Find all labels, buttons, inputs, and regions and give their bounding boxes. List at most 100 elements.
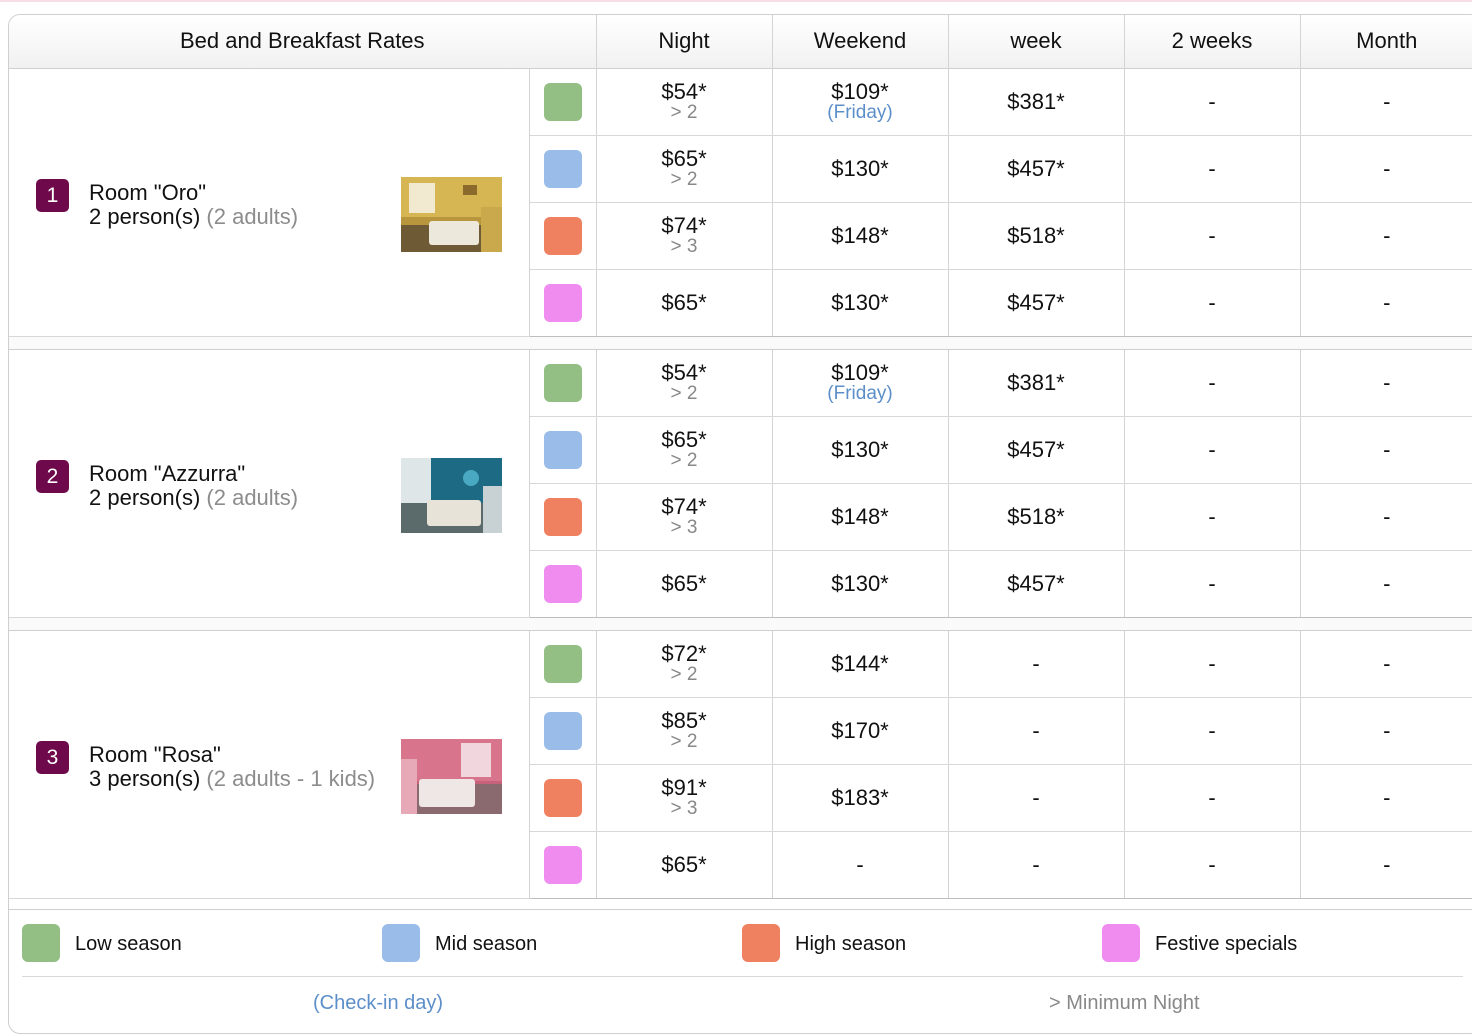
room-number-badge: 2 — [36, 460, 69, 493]
room-3: 3 Room "Rosa" 3 person(s) (2 adults - 1 … — [9, 630, 1472, 899]
month-rate: - — [1299, 630, 1472, 698]
season-cell — [529, 269, 597, 337]
night-rate: $65* — [595, 831, 772, 899]
high-season-swatch — [543, 497, 582, 536]
room-occupants: (2 adults) — [206, 204, 299, 229]
col-week: week — [947, 15, 1124, 69]
month-rate: - — [1299, 349, 1472, 417]
season-cell — [529, 349, 597, 417]
festive-swatch — [1102, 924, 1140, 962]
month-rate: - — [1299, 831, 1472, 899]
month-rate: - — [1299, 68, 1472, 136]
night-rate: $54* > 2 — [595, 68, 772, 136]
season-cell — [529, 764, 597, 832]
month-rate: - — [1299, 135, 1472, 203]
mid-season-swatch — [543, 430, 582, 469]
room-capacity: 2 person(s) — [89, 204, 201, 229]
legend-label: Mid season — [435, 933, 538, 955]
night-rate: $74* > 3 — [595, 202, 772, 270]
week-rate: $518* — [947, 483, 1124, 551]
checkin-day-note: (Check-in day) — [313, 992, 444, 1014]
table-title: Bed and Breakfast Rates — [9, 15, 596, 69]
two-weeks-rate: - — [1123, 416, 1300, 484]
room-photo[interactable] — [401, 458, 502, 533]
room-occupants: (2 adults) — [206, 485, 299, 510]
room-name[interactable]: Room "Azzurra" — [89, 461, 245, 486]
season-cell — [529, 202, 597, 270]
room-occupants: (2 adults - 1 kids) — [206, 766, 376, 791]
night-rate: $91* > 3 — [595, 764, 772, 832]
weekend-rate: $148* — [771, 202, 948, 270]
weekend-rate: $130* — [771, 135, 948, 203]
rates-panel: Bed and Breakfast Rates Night Weekend we… — [8, 14, 1472, 1034]
min-nights: > 2 — [670, 169, 698, 190]
legend-label: Low season — [75, 933, 182, 955]
night-rate: $65* > 2 — [595, 135, 772, 203]
col-month: Month — [1299, 15, 1472, 69]
room-name[interactable]: Room "Rosa" — [89, 742, 221, 767]
room-info: 3 Room "Rosa" 3 person(s) (2 adults - 1 … — [9, 630, 530, 899]
room-info: 1 Room "Oro" 2 person(s) (2 adults) — [9, 68, 530, 337]
minimum-night-note: > Minimum Night — [1049, 992, 1200, 1014]
month-rate: - — [1299, 269, 1472, 337]
min-nights: > 3 — [670, 517, 698, 538]
room-description: Room "Oro" 2 person(s) (2 adults) — [89, 181, 379, 229]
season-cell — [529, 68, 597, 136]
weekend-rate: $148* — [771, 483, 948, 551]
week-rate: $518* — [947, 202, 1124, 270]
room-number-badge: 1 — [36, 179, 69, 212]
two-weeks-rate: - — [1123, 483, 1300, 551]
two-weeks-rate: - — [1123, 831, 1300, 899]
season-cell — [529, 416, 597, 484]
low-season-swatch — [22, 924, 60, 962]
week-rate: $381* — [947, 349, 1124, 417]
weekend-rate: $130* — [771, 416, 948, 484]
two-weeks-rate: - — [1123, 202, 1300, 270]
season-cell — [529, 135, 597, 203]
week-rate: $457* — [947, 416, 1124, 484]
month-rate: - — [1299, 764, 1472, 832]
legend-label: High season — [795, 933, 907, 955]
two-weeks-rate: - — [1123, 697, 1300, 765]
room-photo[interactable] — [401, 739, 502, 814]
high-season-swatch — [543, 216, 582, 255]
min-nights: > 2 — [670, 102, 698, 123]
room-separator — [9, 336, 1472, 350]
night-rate: $65* — [595, 550, 772, 618]
col-2-weeks: 2 weeks — [1123, 15, 1300, 69]
room-capacity: 3 person(s) — [89, 766, 201, 791]
night-rate: $85* > 2 — [595, 697, 772, 765]
two-weeks-rate: - — [1123, 630, 1300, 698]
week-rate: - — [947, 831, 1124, 899]
room-name[interactable]: Room "Oro" — [89, 180, 206, 205]
night-rate: $65* > 2 — [595, 416, 772, 484]
room-info: 2 Room "Azzurra" 2 person(s) (2 adults) — [9, 349, 530, 618]
room-photo[interactable] — [401, 177, 502, 252]
top-border-line — [0, 0, 1472, 2]
week-rate: - — [947, 764, 1124, 832]
two-weeks-rate: - — [1123, 349, 1300, 417]
festive-swatch — [543, 564, 582, 603]
low-season-swatch — [543, 363, 582, 402]
col-weekend: Weekend — [771, 15, 948, 69]
season-cell — [529, 831, 597, 899]
night-rate: $72* > 2 — [595, 630, 772, 698]
mid-season-swatch — [543, 711, 582, 750]
season-cell — [529, 697, 597, 765]
week-rate: $457* — [947, 269, 1124, 337]
min-nights: > 2 — [670, 383, 698, 404]
room-description: Room "Rosa" 3 person(s) (2 adults - 1 ki… — [89, 743, 379, 791]
weekend-rate: $109* (Friday) — [771, 68, 948, 136]
room-separator — [9, 617, 1472, 631]
month-rate: - — [1299, 416, 1472, 484]
mid-season-swatch — [382, 924, 420, 962]
weekend-rate: $130* — [771, 550, 948, 618]
min-nights: > 3 — [670, 236, 698, 257]
night-rate: $65* — [595, 269, 772, 337]
legend-label: Festive specials — [1155, 933, 1298, 955]
weekend-rate: $109* (Friday) — [771, 349, 948, 417]
month-rate: - — [1299, 202, 1472, 270]
room-capacity: 2 person(s) — [89, 485, 201, 510]
season-cell — [529, 630, 597, 698]
week-rate: $381* — [947, 68, 1124, 136]
